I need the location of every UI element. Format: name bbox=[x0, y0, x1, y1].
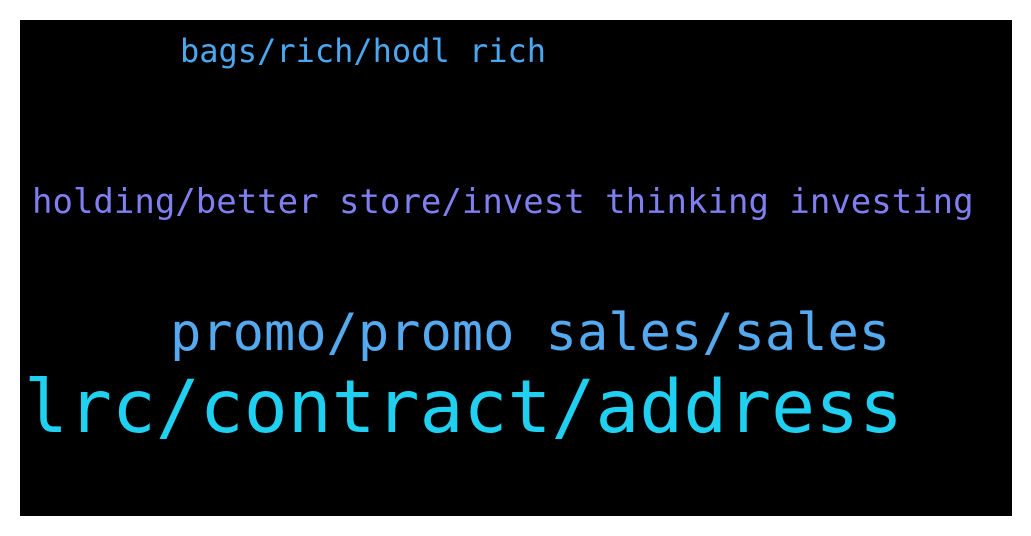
word-cloud-phrase: promo/promo sales/sales bbox=[170, 303, 891, 363]
word-cloud-phrase: bags/rich/hodl rich bbox=[180, 32, 547, 70]
word-cloud-phrase: holding/better store/invest thinking inv… bbox=[32, 182, 974, 222]
word-cloud-canvas: bags/rich/hodl rich holding/better store… bbox=[20, 20, 1012, 516]
word-cloud-phrase: lrc/contract/address bbox=[24, 365, 903, 450]
